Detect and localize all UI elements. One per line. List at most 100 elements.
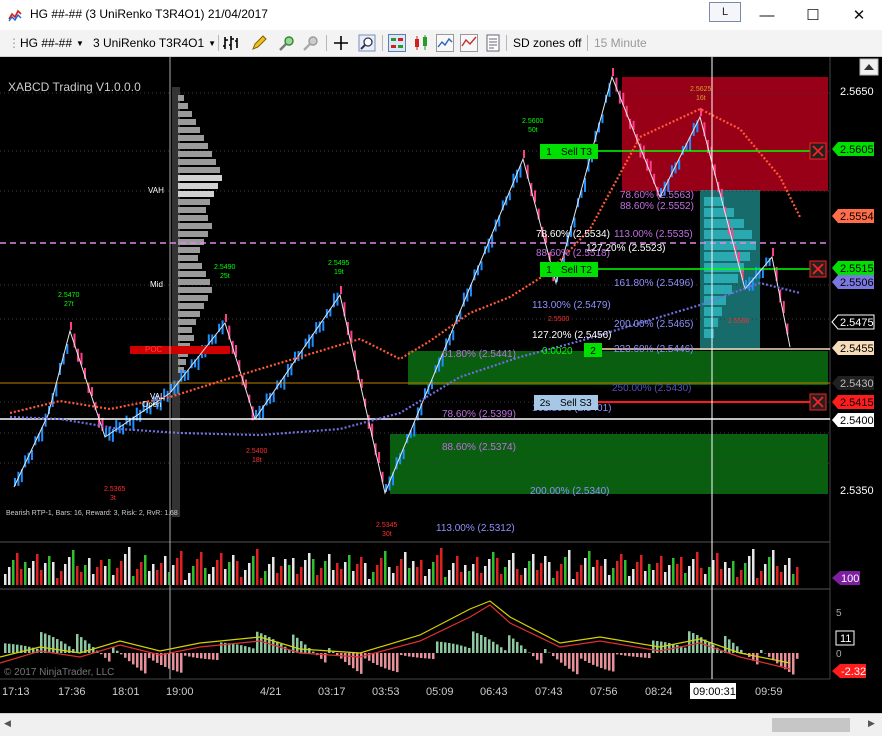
price-tags: 2.56052.55542.55152.55062.54752.54552.54… <box>832 142 874 427</box>
fib-label: 161.80% (2.5496) <box>614 278 694 289</box>
order-sell-s3[interactable]: 2s Sell S3 <box>534 395 598 410</box>
time-axis-label: 08:24 <box>645 686 673 698</box>
time-axis-label: 09:59 <box>755 686 783 698</box>
zoom-in-icon[interactable] <box>278 34 296 52</box>
price-tag: 2.5475 <box>832 315 874 329</box>
time-axis-label: 05:09 <box>426 686 454 698</box>
bar-style-icon[interactable] <box>222 34 240 52</box>
window-title: HG ##-## (3 UniRenko T3R4O1) 21/04/2017 <box>30 7 268 21</box>
swing-price: 2.5400 <box>246 448 268 455</box>
toolbar-divider <box>218 35 219 51</box>
fib-label: 78.60% (2.5534) <box>536 229 610 240</box>
price-tag-text: 2.5506 <box>840 277 874 289</box>
price-tag: 2.5515 <box>832 261 874 275</box>
order-label: Sell T2 <box>561 265 592 276</box>
maximize-button[interactable]: ☐ <box>790 0 836 30</box>
osc-axis-label: 0 <box>836 649 842 660</box>
zoom-out-icon[interactable] <box>302 34 320 52</box>
position-qty: 2 <box>590 346 596 357</box>
horizontal-scrollbar[interactable]: ◀ ▶ <box>0 713 882 736</box>
time-axis-label: 07:56 <box>590 686 618 698</box>
fib-label: 127.20% (2.5456) <box>532 330 612 341</box>
osc-tag-upper-text: 11 <box>840 633 851 645</box>
close-button[interactable]: ✕ <box>836 0 882 30</box>
scroll-left-icon[interactable]: ◀ <box>4 718 11 729</box>
indicator-title: XABCD Trading V1.0.0.0 <box>8 80 141 94</box>
bar-type-selector[interactable]: 3 UniRenko T3R4O1 ▼ <box>93 34 216 52</box>
volume-bars <box>4 547 799 585</box>
scroll-up-button[interactable] <box>860 59 878 75</box>
crosshair-icon[interactable] <box>332 34 350 52</box>
price-tag-text: 2.5400 <box>840 415 874 427</box>
swing-price: 2.5470 <box>58 292 80 299</box>
swing-ticks: 3t <box>110 495 116 502</box>
price-tag: 2.5455 <box>832 341 874 355</box>
strategies-icon[interactable] <box>460 34 478 52</box>
osc-axis-label: 5 <box>836 608 842 619</box>
indicators-icon[interactable] <box>436 34 454 52</box>
price-tag-text: 2.5430 <box>840 378 874 390</box>
swing-ticks: 30t <box>382 531 392 538</box>
fib-label: 113.00% (2.5479) <box>532 300 611 311</box>
volume-tag-text: 100 <box>841 573 859 585</box>
toolbar-divider <box>506 35 507 51</box>
chart-canvas[interactable]: XABCD Trading V1.0.0.0 Bearish RTP-1, Ba… <box>0 57 882 713</box>
order-label: Sell T3 <box>561 147 592 158</box>
swing-price: 2.5600 <box>522 118 544 125</box>
timeframe-button[interactable]: 15 Minute <box>594 34 647 52</box>
cancel-order-t3-icon[interactable] <box>810 143 826 159</box>
time-axis-label: 06:43 <box>480 686 508 698</box>
scroll-right-icon[interactable]: ▶ <box>868 718 875 729</box>
price-tag: 2.5605 <box>832 142 874 156</box>
vah-label: VAH <box>148 186 164 195</box>
swing-price: 2.5345 <box>376 522 398 529</box>
instrument-label: HG ##-## <box>20 36 72 50</box>
pencil-icon[interactable] <box>250 34 268 52</box>
link-button[interactable]: L <box>709 2 741 22</box>
supply-zone <box>622 77 828 191</box>
order-sell-t3[interactable]: 1 Sell T3 <box>540 144 598 159</box>
chart-panel[interactable]: XABCD Trading V1.0.0.0 Bearish RTP-1, Ba… <box>0 57 882 713</box>
chart-trader-icon[interactable] <box>388 34 406 52</box>
time-axis-label: 17:36 <box>58 686 86 698</box>
order-label: Sell S3 <box>560 398 592 409</box>
poc-label: POC <box>145 345 163 354</box>
candlestick-icon[interactable] <box>412 34 430 52</box>
position-pnl: 0.0020 <box>542 346 573 357</box>
osc-tag-upper: 11 <box>836 631 854 645</box>
swing-price: 2.5490 <box>214 264 236 271</box>
oscillator-bars <box>4 631 799 674</box>
price-tag-text: 2.5455 <box>840 343 874 355</box>
position-tag[interactable]: 0.0020 2 <box>542 343 602 357</box>
fib-label: 88.60% (2.5552) <box>620 201 694 212</box>
swing-price: 2.5365 <box>104 486 126 493</box>
price-tag: 2.5506 <box>832 275 874 289</box>
fib-label: 127.20% (2.5523) <box>586 243 666 254</box>
fib-label: 78.60% (2.5399) <box>442 409 516 420</box>
oscillator-signal-yellow <box>0 601 790 663</box>
sd-zones-toggle[interactable]: SD zones off <box>513 34 581 52</box>
order-qty: 1 <box>546 147 552 158</box>
instrument-selector[interactable]: HG ##-## ▼ <box>20 34 84 52</box>
cancel-order-t2-icon[interactable] <box>810 261 826 277</box>
toolbar-grip: ⋮ <box>8 34 20 52</box>
properties-icon[interactable] <box>484 34 502 52</box>
cancel-order-s3-icon[interactable] <box>810 394 826 410</box>
magnifier-icon[interactable] <box>358 34 376 52</box>
time-axis-label: 4/21 <box>260 686 281 698</box>
price-tag-text: 2.5605 <box>840 144 874 156</box>
swing-ticks: 18t <box>252 457 262 464</box>
bearish-info: Bearish RTP-1, Bars: 16, Reward: 3, Risk… <box>6 510 178 517</box>
price-tag: 2.5430 <box>832 376 874 390</box>
fib-label: 200.00% (2.5340) <box>530 486 610 497</box>
time-axis-label: 03:53 <box>372 686 400 698</box>
osc-tag-lower: -2.32 <box>832 664 866 678</box>
toolbar-divider <box>587 35 588 51</box>
scrollbar-thumb[interactable] <box>772 718 850 732</box>
order-sell-t2[interactable]: 1 Sell T2 <box>540 262 598 277</box>
minimize-button[interactable]: — <box>744 0 790 30</box>
time-axis-label: 17:13 <box>2 686 30 698</box>
chevron-down-icon: ▼ <box>76 39 84 48</box>
time-axis-label: 07:43 <box>535 686 563 698</box>
fib-label: 113.00% (2.5535) <box>614 229 693 240</box>
